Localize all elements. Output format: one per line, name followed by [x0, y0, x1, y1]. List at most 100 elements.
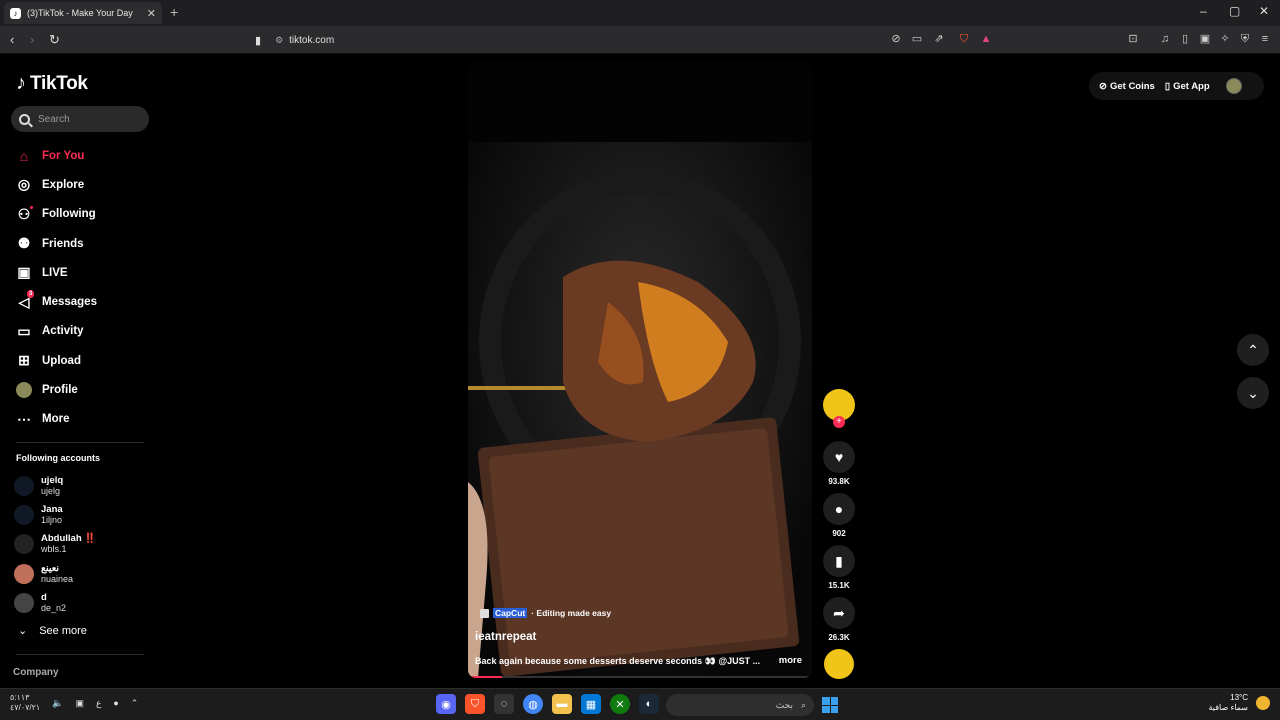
discord-icon[interactable]: ◉ [436, 694, 456, 714]
windows-start-icon[interactable] [822, 697, 838, 713]
brave-icon[interactable]: ⛉ [465, 694, 485, 714]
bookmark-icon: ▮ [835, 552, 843, 569]
close-window-icon[interactable]: ✕ [1259, 4, 1269, 18]
reader-icon[interactable]: ⊘ [890, 33, 902, 45]
language-indicator[interactable]: ع [96, 698, 101, 709]
share-icon[interactable]: ⇗ [933, 33, 945, 45]
logo-text: TikTok [30, 72, 88, 94]
next-video-button[interactable]: ⌄ [1237, 377, 1269, 409]
compass-icon: ◎ [17, 176, 31, 193]
chrome-icon[interactable]: ◍ [523, 694, 543, 714]
steam-icon[interactable]: ◐ [639, 694, 659, 714]
video-player[interactable]: CapCut · Editing made easy ieatnrepeat B… [468, 62, 812, 678]
chevron-up-icon[interactable]: ⌃ [131, 698, 139, 709]
cast-icon[interactable]: ▭ [911, 33, 923, 45]
account-item[interactable]: d de_n2 [14, 588, 96, 617]
video-author[interactable]: ieatnrepeat [475, 631, 536, 643]
activity-icon: ▭ [17, 322, 31, 339]
comment-button[interactable]: ● [823, 493, 855, 525]
brave-shield-icon[interactable]: ⛉ [958, 33, 970, 45]
more-button[interactable]: more [779, 655, 802, 666]
app-icon[interactable]: ◌ [494, 694, 514, 714]
site-info-icon[interactable]: ⚙ [275, 35, 283, 46]
get-coins-button[interactable]: ⊘ Get Coins [1099, 81, 1155, 92]
rewards-icon[interactable]: ▲ [980, 33, 992, 45]
nav-label: Activity [42, 325, 84, 338]
profile-avatar [16, 382, 32, 399]
nav-following[interactable]: ⚇ Following [16, 200, 97, 229]
nav-friends[interactable]: ⚉ Friends [16, 229, 97, 258]
nav-more[interactable]: ⋯ More [16, 405, 97, 434]
share-button[interactable]: ➦ [823, 597, 855, 629]
minimize-icon[interactable]: – [1200, 4, 1207, 18]
search-label: بحث [775, 699, 793, 710]
forward-icon[interactable]: › [30, 32, 34, 47]
media-icon[interactable]: ♫ [1159, 33, 1171, 45]
account-name: Abdullah ‼️ [41, 533, 97, 545]
nav-profile[interactable]: Profile [16, 375, 97, 404]
divider [16, 654, 144, 655]
progress-fill [468, 676, 503, 678]
file-explorer-icon[interactable]: ▬ [552, 694, 572, 714]
like-button[interactable]: ♥ [823, 441, 855, 473]
profile-avatar[interactable] [1225, 78, 1242, 94]
time-text: ٥:١١٣ [10, 693, 30, 702]
weather-widget[interactable]: 13°C سماء صافية [1208, 693, 1270, 713]
nav-for-you[interactable]: ⌂ For You [16, 141, 97, 170]
comment-icon: ● [834, 501, 844, 517]
see-more-button[interactable]: ⌄ See more [18, 624, 87, 638]
account-name: نعينع [41, 562, 60, 574]
maximize-icon[interactable]: ▢ [1229, 4, 1240, 18]
sidebar-toggle-icon[interactable]: ▯ [1179, 33, 1191, 45]
leo-ai-icon[interactable]: ✧ [1219, 33, 1231, 45]
top-right-actions: ⊘ Get Coins ▯ Get App [1089, 72, 1264, 100]
microphone-icon[interactable]: ● [113, 698, 118, 708]
account-item[interactable]: Abdullah ‼️ wbls.1 [14, 530, 96, 559]
company-link[interactable]: Company [13, 667, 59, 678]
wallet-icon[interactable]: ▣ [1199, 33, 1211, 45]
account-handle: nuainea [41, 573, 74, 584]
search-box[interactable] [11, 106, 149, 132]
network-icon[interactable]: ▣ [75, 698, 84, 709]
creator-avatar[interactable]: + [823, 389, 855, 428]
account-item[interactable]: ujelq ujelg [14, 471, 96, 500]
nav-label: LIVE [42, 266, 68, 279]
nav-upload[interactable]: ⊞ Upload [16, 346, 97, 375]
account-item[interactable]: نعينع nuainea [14, 559, 96, 588]
screenshot-icon[interactable]: ⊡ [1127, 33, 1139, 45]
xbox-icon[interactable]: ✕ [610, 694, 630, 714]
browser-tab[interactable]: ♪ (3)TikTok - Make Your Day ✕ [4, 2, 162, 24]
nav-explore[interactable]: ◎ Explore [16, 170, 97, 199]
avatar [14, 592, 34, 613]
sound-avatar[interactable] [824, 649, 854, 679]
address-bar[interactable]: ▮ ⚙ tiktok.com [255, 29, 1000, 51]
previous-video-button[interactable]: ⌃ [1237, 334, 1269, 366]
account-handle: de_n2 [41, 602, 67, 613]
reload-icon[interactable]: ↻ [49, 32, 60, 48]
nav-messages[interactable]: ◁ 3 Messages [16, 287, 97, 316]
follow-plus-icon[interactable]: + [833, 416, 845, 428]
clock[interactable]: ٥:١١٣ ٤٧/٠٧/٢١ [10, 693, 40, 713]
store-icon[interactable]: ▦ [581, 694, 601, 714]
vpn-icon[interactable]: ⛨ [1239, 33, 1251, 45]
back-icon[interactable]: ‹ [10, 32, 14, 47]
nav-live[interactable]: ▣ LIVE [16, 258, 97, 287]
taskbar-search[interactable]: بحث ⌕ [666, 694, 814, 716]
avatar [14, 475, 34, 496]
menu-icon[interactable]: ≡ [1259, 33, 1271, 45]
bookmark-icon[interactable]: ▮ [255, 34, 261, 47]
volume-icon[interactable]: 🔈 [52, 698, 63, 709]
save-button[interactable]: ▮ [823, 545, 855, 577]
tiktok-logo[interactable]: ♪ TikTok [16, 72, 88, 95]
close-tab-icon[interactable]: ✕ [147, 7, 156, 20]
account-item[interactable]: Jana 1iljno [14, 500, 96, 529]
account-handle: wbls.1 [41, 544, 67, 555]
more-icon: ⋯ [17, 410, 31, 427]
get-app-button[interactable]: ▯ Get App [1165, 81, 1210, 92]
capcut-text: · Editing made easy [531, 608, 612, 618]
nav-activity[interactable]: ▭ Activity [16, 317, 97, 346]
search-input[interactable] [38, 113, 138, 125]
video-progress-bar[interactable] [468, 676, 812, 678]
new-tab-icon[interactable]: + [170, 4, 178, 20]
capcut-banner[interactable]: CapCut · Editing made easy [480, 608, 611, 618]
